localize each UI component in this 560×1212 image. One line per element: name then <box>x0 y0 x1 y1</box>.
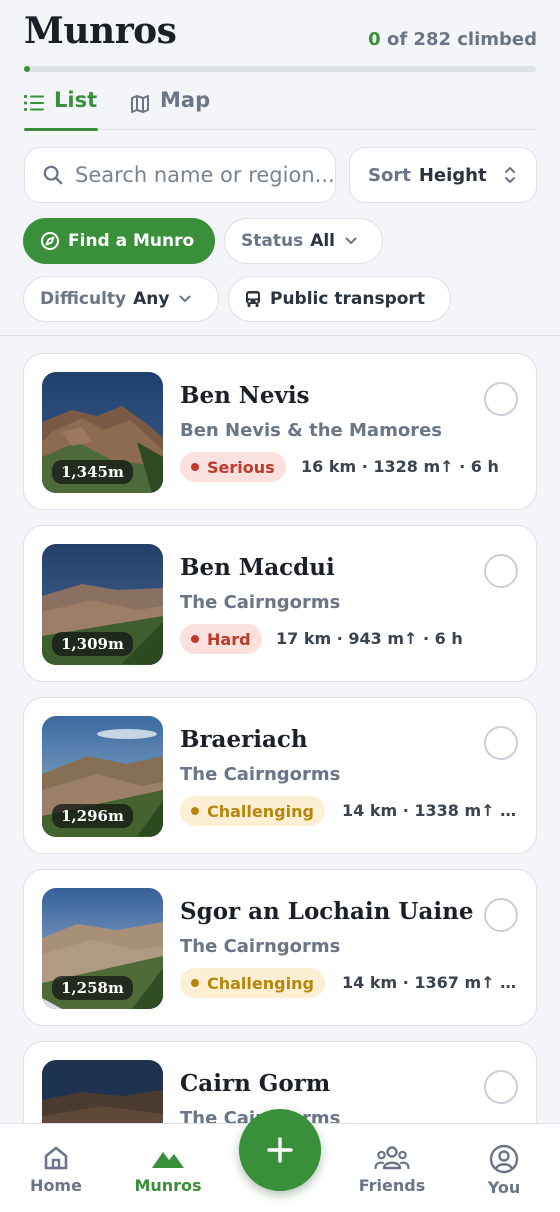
height-badge: 1,296m <box>52 804 133 828</box>
chevron-updown-icon <box>505 167 515 183</box>
view-tabs: List Map <box>24 84 536 131</box>
difficulty-badge: Challenging <box>180 968 325 998</box>
difficulty-filter[interactable]: Difficulty Any <box>23 276 219 322</box>
tab-list[interactable]: List <box>24 84 98 131</box>
route-stats: 16 km · 1328 m↑ · 6 h <box>301 457 499 476</box>
difficulty-badge: Challenging <box>180 796 325 826</box>
sort-button[interactable]: Sort Height <box>349 147 537 203</box>
munro-card[interactable]: 1,309m Ben Macdui The Cairngorms Hard 17… <box>23 525 537 682</box>
sort-label: Sort <box>368 164 411 186</box>
nav-friends[interactable]: Friends <box>336 1124 448 1212</box>
search-input[interactable] <box>75 163 335 187</box>
difficulty-badge: Serious <box>180 452 286 482</box>
climbed-checkbox[interactable] <box>484 726 518 760</box>
status-filter[interactable]: Status All <box>224 218 383 264</box>
difficulty-value: Any <box>133 289 170 309</box>
public-transport-label: Public transport <box>270 289 425 309</box>
height-badge: 1,258m <box>52 976 133 1000</box>
munro-region: Ben Nevis & the Mamores <box>180 420 443 441</box>
munro-name: Ben Nevis <box>180 382 310 409</box>
progress-fill <box>24 66 30 72</box>
difficulty-badge: Hard <box>180 624 262 654</box>
munro-name: Cairn Gorm <box>180 1070 331 1097</box>
route-stats: 17 km · 943 m↑ · 6 h <box>276 629 463 648</box>
munro-name: Ben Macdui <box>180 554 335 581</box>
compass-icon <box>41 232 59 250</box>
climbed-checkbox[interactable] <box>484 898 518 932</box>
route-stats: 14 km · 1367 m↑ · 7 h <box>342 973 522 992</box>
friends-icon <box>374 1146 410 1170</box>
public-transport-filter[interactable]: Public transport <box>228 276 451 322</box>
munro-thumbnail: 1,296m <box>42 716 163 837</box>
page-title: Munros <box>24 10 177 52</box>
nav-you-label: You <box>487 1178 521 1197</box>
tab-map-label: Map <box>160 88 211 112</box>
munro-region: The Cairngorms <box>180 764 341 785</box>
tab-list-label: List <box>54 88 98 112</box>
bus-icon <box>246 291 260 307</box>
tab-map[interactable]: Map <box>130 84 210 130</box>
plus-icon <box>267 1137 293 1163</box>
munro-region: The Cairngorms <box>180 592 341 613</box>
height-badge: 1,309m <box>52 632 133 656</box>
munro-card[interactable]: 1,345m Ben Nevis Ben Nevis & the Mamores… <box>23 353 537 510</box>
munro-card[interactable]: 1,296m Braeriach The Cairngorms Challeng… <box>23 697 537 854</box>
chevron-down-icon <box>179 295 191 302</box>
progress-bar <box>24 66 536 72</box>
nav-you[interactable]: You <box>448 1124 560 1212</box>
munro-thumbnail: 1,309m <box>42 544 163 665</box>
find-munro-label: Find a Munro <box>68 231 195 251</box>
user-icon <box>489 1144 519 1174</box>
height-badge: 1,345m <box>52 460 133 484</box>
map-icon <box>131 95 149 113</box>
search-icon <box>43 165 63 185</box>
nav-friends-label: Friends <box>358 1176 426 1195</box>
list-icon <box>24 95 44 111</box>
search-box <box>24 147 336 203</box>
climbed-checkbox[interactable] <box>484 382 518 416</box>
header: Munros 0 of 282 climbed List Map Sort He… <box>0 0 560 336</box>
nav-home[interactable]: Home <box>0 1124 112 1212</box>
route-stats: 14 km · 1338 m↑ · 7 h <box>342 801 522 820</box>
status-value: All <box>310 231 336 251</box>
difficulty-label: Difficulty <box>40 289 127 309</box>
climbed-checkbox[interactable] <box>484 554 518 588</box>
munro-thumbnail <box>42 1060 163 1123</box>
climbed-number: 0 <box>368 29 381 50</box>
nav-home-label: Home <box>30 1176 82 1195</box>
climbed-checkbox[interactable] <box>484 1070 518 1104</box>
munro-region: The Cairngorms <box>180 936 341 957</box>
munro-list: 1,345m Ben Nevis Ben Nevis & the Mamores… <box>0 337 560 1123</box>
munro-thumbnail: 1,258m <box>42 888 163 1009</box>
add-button[interactable] <box>239 1109 321 1191</box>
munro-name: Braeriach <box>180 726 308 753</box>
sort-value: Height <box>418 164 487 186</box>
nav-munros[interactable]: Munros <box>112 1124 224 1212</box>
status-label: Status <box>241 231 304 251</box>
home-icon <box>44 1146 68 1170</box>
mountain-icon <box>152 1152 184 1168</box>
find-munro-button[interactable]: Find a Munro <box>23 218 215 264</box>
munro-thumbnail: 1,345m <box>42 372 163 493</box>
climbed-suffix: of 282 climbed <box>386 29 537 50</box>
nav-munros-label: Munros <box>134 1176 202 1195</box>
munro-card[interactable]: 1,258m Sgor an Lochain Uaine The Cairngo… <box>23 869 537 1026</box>
climbed-count: 0 of 282 climbed <box>368 29 537 50</box>
chevron-down-icon <box>345 237 357 244</box>
munro-name: Sgor an Lochain Uaine <box>180 898 474 925</box>
